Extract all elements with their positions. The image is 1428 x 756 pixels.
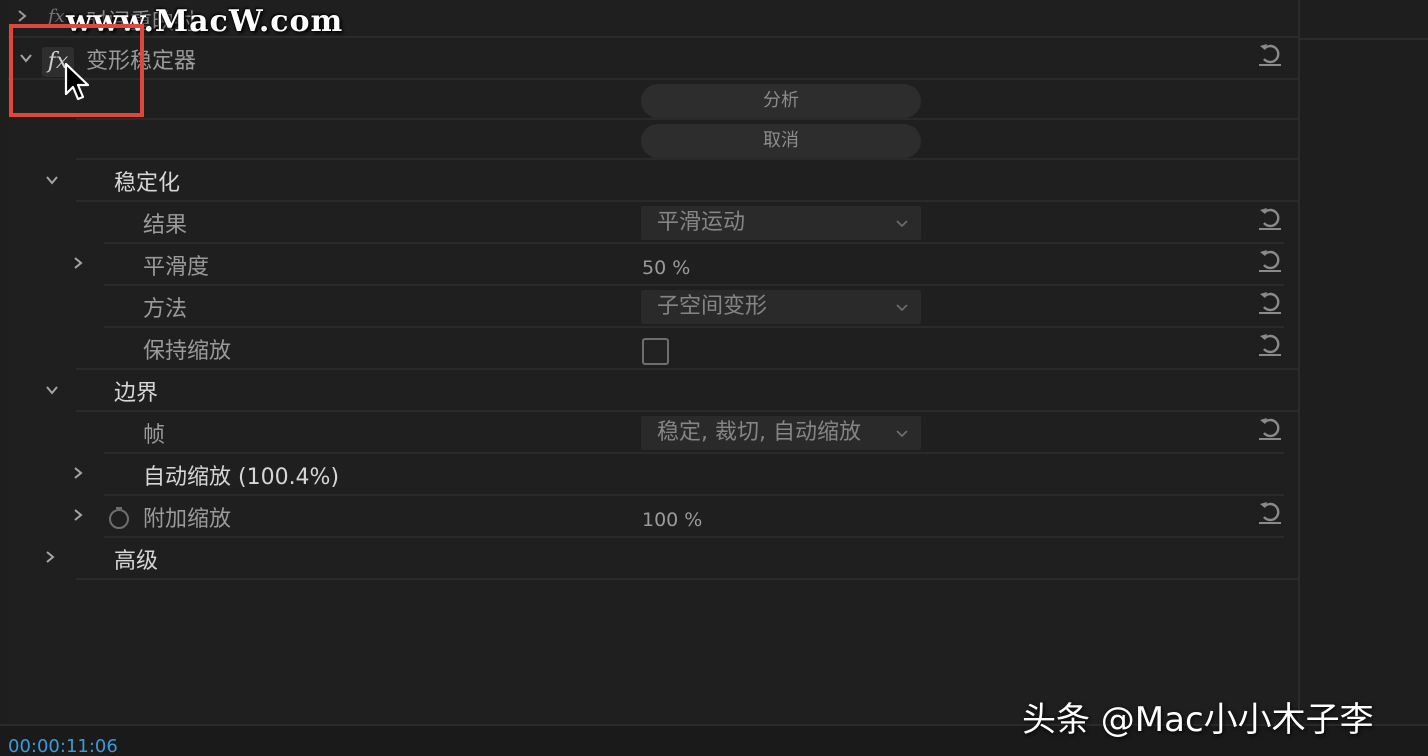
- result-dropdown[interactable]: 平滑运动: [641, 206, 921, 240]
- divider: [8, 78, 1298, 80]
- chevron-down-icon: [896, 304, 908, 312]
- chevron-right-icon[interactable]: [14, 8, 30, 24]
- timecode[interactable]: 00:00:11:06: [8, 736, 118, 756]
- method-value: 子空间变形: [657, 294, 768, 319]
- divider: [76, 410, 1298, 412]
- divider: [104, 326, 1284, 328]
- stopwatch-icon[interactable]: [107, 506, 131, 530]
- framing-label: 帧: [143, 423, 166, 448]
- chevron-down-icon[interactable]: [44, 382, 60, 398]
- divider: [104, 452, 1284, 454]
- smoothness-label: 平滑度: [143, 255, 210, 280]
- analyze-button[interactable]: 分析: [641, 84, 921, 118]
- reset-icon[interactable]: [1256, 204, 1284, 232]
- method-label: 方法: [143, 297, 188, 322]
- chevron-down-icon[interactable]: [44, 172, 60, 188]
- reset-icon[interactable]: [1256, 330, 1284, 358]
- timeline-column: [1298, 0, 1428, 724]
- borders-group-label: 边界: [114, 381, 159, 406]
- additional-scale-value[interactable]: 100 %: [642, 506, 702, 534]
- reset-icon[interactable]: [1256, 498, 1284, 526]
- timeline-divider: [1300, 38, 1428, 40]
- divider: [104, 536, 1284, 538]
- preserve-scale-checkbox[interactable]: [642, 338, 669, 365]
- divider: [76, 200, 1298, 202]
- result-label: 结果: [143, 213, 188, 238]
- auto-scale-label: 自动缩放 (100.4%): [143, 465, 340, 490]
- divider: [104, 284, 1284, 286]
- chevron-right-icon[interactable]: [42, 549, 58, 565]
- credit-watermark: 头条 @Mac小小木子李: [1022, 700, 1374, 740]
- result-value: 平滑运动: [657, 210, 746, 235]
- framing-value: 稳定, 裁切, 自动缩放: [657, 420, 861, 445]
- divider: [76, 578, 1298, 580]
- smoothness-value[interactable]: 50 %: [642, 254, 690, 282]
- divider: [104, 242, 1284, 244]
- framing-dropdown[interactable]: 稳定, 裁切, 自动缩放: [641, 416, 921, 450]
- mouse-pointer-icon: [64, 62, 90, 101]
- divider: [76, 158, 1298, 160]
- divider: [76, 368, 1298, 370]
- chevron-down-icon: [896, 430, 908, 438]
- advanced-group-label: 高级: [114, 549, 159, 574]
- stabilization-group-label: 稳定化: [114, 171, 181, 196]
- reset-icon[interactable]: [1256, 414, 1284, 442]
- chevron-down-icon: [896, 220, 908, 228]
- reset-icon[interactable]: [1256, 288, 1284, 316]
- method-dropdown[interactable]: 子空间变形: [641, 290, 921, 324]
- preserve-scale-label: 保持缩放: [143, 339, 232, 364]
- divider: [76, 118, 1298, 120]
- divider: [104, 494, 1284, 496]
- cancel-button[interactable]: 取消: [641, 124, 921, 158]
- reset-icon[interactable]: [1256, 246, 1284, 274]
- chevron-right-icon[interactable]: [70, 465, 86, 481]
- additional-scale-label: 附加缩放: [143, 507, 232, 532]
- chevron-right-icon[interactable]: [70, 255, 86, 271]
- chevron-right-icon[interactable]: [70, 507, 86, 523]
- reset-icon[interactable]: [1256, 40, 1284, 68]
